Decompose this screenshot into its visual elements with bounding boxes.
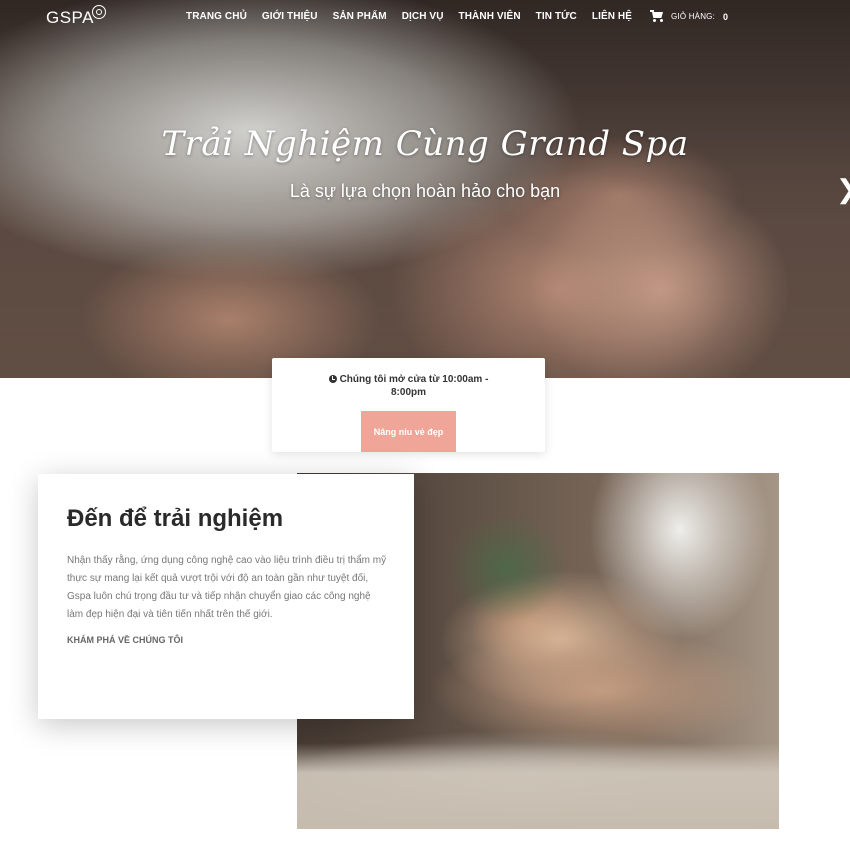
- feature-description: Nhận thấy rằng, ứng dụng công nghệ cao v…: [67, 555, 387, 620]
- nav-item-gioi-thieu[interactable]: GIỚI THIỆU: [262, 11, 318, 22]
- nav-item-tin-tuc[interactable]: TIN TỨC: [536, 11, 577, 22]
- opening-hours-text: Chúng tôi mở cửa từ 10:00am - 8:00pm: [339, 374, 489, 398]
- nav-item-lien-he[interactable]: LIÊN HỆ: [592, 11, 632, 22]
- cart-icon: [650, 10, 666, 23]
- logo[interactable]: GSPA: [46, 8, 94, 28]
- cart-button[interactable]: GIỎ HÀNG: 0: [650, 10, 728, 23]
- feature-title: Đến để trải nghiệm: [67, 505, 284, 532]
- hero-banner: Trải Nghiệm Cùng Grand Spa Là sự lựa chọ…: [0, 0, 850, 378]
- hero-title: Trải Nghiệm Cùng Grand Spa: [161, 124, 689, 164]
- rose-icon: [92, 5, 106, 19]
- main-nav: TRANG CHỦ GIỚI THIỆU SẢN PHẨM DỊCH VỤ TH…: [186, 11, 647, 22]
- nav-item-trang-chu[interactable]: TRANG CHỦ: [186, 11, 247, 22]
- nav-item-san-pham[interactable]: SẢN PHẨM: [333, 11, 387, 22]
- opening-hours-card: Chúng tôi mở cửa từ 10:00am - 8:00pm Nân…: [272, 358, 545, 452]
- cta-button[interactable]: Nâng niu vẻ đẹp: [361, 411, 456, 452]
- about-us-link[interactable]: KHÁM PHÁ VỀ CHÚNG TÔI: [67, 635, 183, 645]
- clock-icon: [328, 375, 337, 383]
- feature-card: Đến để trải nghiệm Nhận thấy rằng, ứng d…: [38, 474, 414, 719]
- cart-label: GIỎ HÀNG:: [671, 12, 716, 21]
- hero-subtitle: Là sự lựa chọn hoàn hảo cho bạn: [289, 181, 561, 201]
- nav-item-dich-vu[interactable]: DỊCH VỤ: [402, 11, 444, 22]
- cart-count: 0: [723, 11, 729, 22]
- chevron-right-icon[interactable]: ❯: [836, 172, 850, 206]
- nav-item-thanh-vien[interactable]: THÀNH VIÊN: [459, 11, 521, 22]
